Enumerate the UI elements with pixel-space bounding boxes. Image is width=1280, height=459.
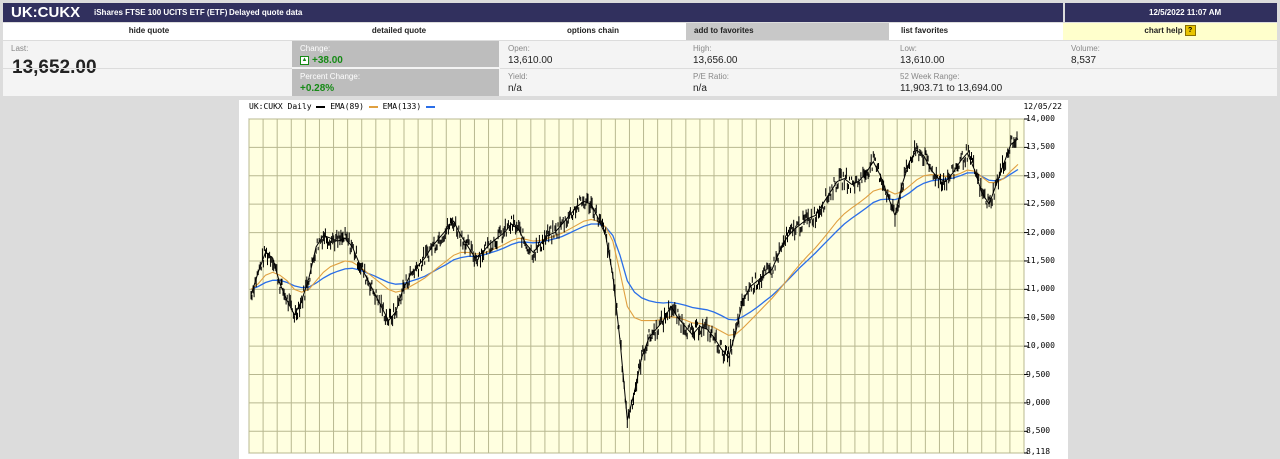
delay-note: Delayed quote data — [229, 8, 303, 17]
volume-value: 8,537 — [1071, 55, 1097, 66]
quote-header-bar: UK:CUKX iShares FTSE 100 UCITS ETF (ETF)… — [3, 3, 1063, 22]
volume-cell: Volume: 8,537 — [1063, 41, 1277, 67]
hide-quote-link[interactable]: hide quote — [3, 23, 295, 40]
symbol-title: UK:CUKX — [11, 4, 81, 21]
open-value: 13,610.00 — [508, 55, 553, 66]
y-tick-label: 8,118 — [1026, 447, 1051, 456]
change-label: Change: — [300, 44, 331, 53]
y-tick-label: 13,000 — [1026, 170, 1055, 180]
open-cell: Open: 13,610.00 — [500, 41, 684, 67]
percent-change-label: Percent Change: — [300, 72, 361, 81]
y-tick-label: 11,500 — [1026, 255, 1055, 265]
row-divider — [3, 68, 292, 69]
percent-change-value: +0.28% — [300, 83, 335, 94]
percent-change-cell: Percent Change: +0.28% — [292, 69, 499, 96]
low-value: 13,610.00 — [900, 55, 945, 66]
yield-value: n/a — [508, 83, 522, 94]
list-favorites-label: list favorites — [901, 26, 949, 35]
high-cell: High: 13,656.00 — [685, 41, 889, 67]
change-cell: Change: ▲ +38.00 — [292, 41, 499, 67]
y-tick-label: 11,000 — [1026, 284, 1055, 294]
week-range-label: 52 Week Range: — [900, 72, 960, 81]
y-tick-label: 14,000 — [1026, 114, 1055, 123]
y-tick-label: 10,500 — [1026, 312, 1055, 322]
last-label: Last: — [11, 44, 29, 53]
week-range-value: 11,903.71 to 13,694.00 — [900, 83, 1003, 94]
y-tick-label: 9,500 — [1026, 369, 1051, 379]
yield-label: Yield: — [508, 72, 528, 81]
datetime-text: 12/5/2022 11:07 AM — [1149, 8, 1222, 17]
y-tick-label: 12,500 — [1026, 199, 1055, 209]
nav-row: hide quote detailed quote options chain … — [3, 23, 1277, 40]
help-question-icon: ? — [1184, 25, 1196, 37]
chart-help-label: chart help — [1144, 26, 1183, 35]
open-label: Open: — [508, 44, 530, 53]
add-to-favorites-link[interactable]: add to favorites — [686, 23, 889, 40]
list-favorites-link[interactable]: list favorites — [891, 23, 1061, 40]
add-to-favorites-label: add to favorites — [694, 26, 754, 35]
datetime-bar: 12/5/2022 11:07 AM — [1065, 3, 1277, 22]
y-tick-label: 10,000 — [1026, 341, 1055, 351]
row-divider — [500, 68, 1277, 69]
y-tick-label: 12,000 — [1026, 227, 1055, 237]
y-tick-label: 13,500 — [1026, 142, 1055, 152]
volume-label: Volume: — [1071, 44, 1100, 53]
pe-ratio-cell: P/E Ratio: n/a — [685, 69, 889, 95]
price-chart[interactable]: UK:CUKX Daily EMA(89) EMA(133) 12/05/22 … — [239, 100, 1068, 459]
chart-help-link[interactable]: chart help? — [1063, 23, 1277, 40]
yield-cell: Yield: n/a — [500, 69, 684, 95]
y-tick-label: 9,000 — [1026, 397, 1051, 407]
pe-ratio-value: n/a — [693, 83, 707, 94]
pe-ratio-label: P/E Ratio: — [693, 72, 730, 81]
change-value: +38.00 — [312, 55, 343, 66]
chart-plot — [248, 118, 1028, 454]
week-range-cell: 52 Week Range: 11,903.71 to 13,694.00 — [892, 69, 1172, 95]
high-label: High: — [693, 44, 712, 53]
detailed-quote-link[interactable]: detailed quote — [299, 23, 499, 40]
quote-panel: Last: 13,652.00 Change: ▲ +38.00 Percent … — [3, 41, 1277, 96]
security-name: iShares FTSE 100 UCITS ETF (ETF) — [94, 8, 228, 17]
change-value-wrap: ▲ +38.00 — [300, 55, 343, 66]
low-label: Low: — [900, 44, 917, 53]
up-arrow-icon: ▲ — [300, 55, 309, 65]
high-value: 13,656.00 — [693, 55, 738, 66]
y-tick-label: 8,500 — [1026, 426, 1051, 436]
low-cell: Low: 13,610.00 — [892, 41, 1062, 67]
options-chain-link[interactable]: options chain — [501, 23, 685, 40]
